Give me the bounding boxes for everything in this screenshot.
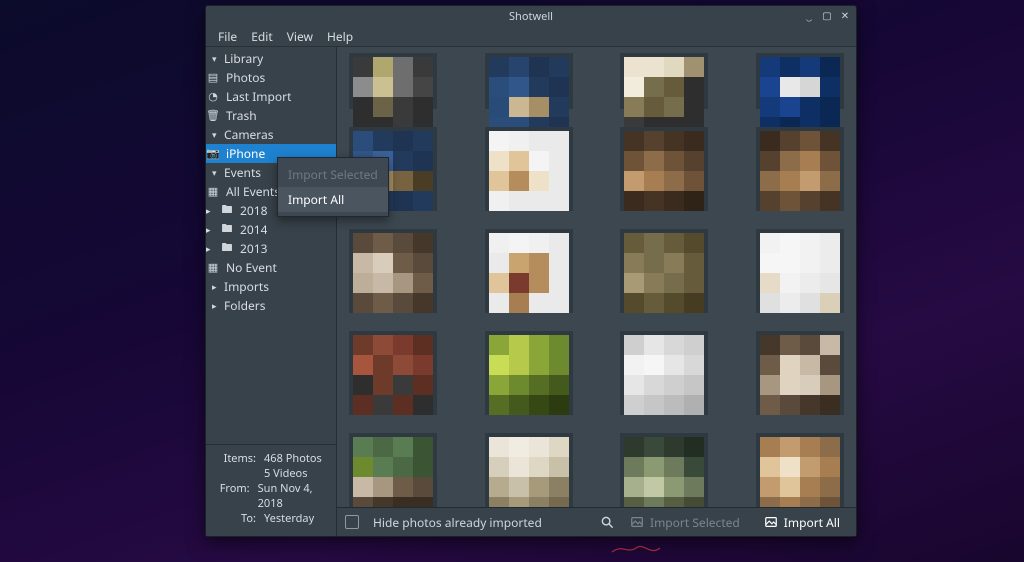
sidebar: ▾ Library ▤ Photos ◔ Last Import 🗑 Trash… (206, 47, 337, 536)
tree-item-2014[interactable]: ▸ 🖿 2014 (206, 220, 336, 239)
info-panel: Items: 468 Photos 5 Videos From: Sun Nov… (206, 444, 336, 536)
expander-icon: ▸ (206, 223, 214, 236)
folder-icon: 🖿 (220, 223, 234, 237)
menubar: File Edit View Help (206, 26, 856, 47)
thumbnail[interactable] (756, 229, 844, 313)
thumbnail[interactable] (620, 127, 708, 211)
sidebar-tree: ▾ Library ▤ Photos ◔ Last Import 🗑 Trash… (206, 47, 336, 444)
info-to-value: Yesterday (264, 511, 314, 526)
tree-item-2013[interactable]: ▸ 🖿 2013 (206, 239, 336, 258)
expander-icon: ▾ (212, 52, 220, 65)
expander-icon: ▾ (212, 166, 220, 179)
thumbnail[interactable] (620, 53, 708, 109)
import-selected-button[interactable]: Import Selected (622, 511, 748, 534)
info-videos-value: 5 Videos (264, 466, 307, 481)
calendar-icon: ▦ (206, 261, 220, 275)
decorative-glow (610, 538, 670, 558)
window-title: Shotwell (509, 9, 553, 24)
ctx-import-all[interactable]: Import All (278, 187, 388, 212)
info-from-value: Sun Nov 4, 2018 (258, 481, 328, 511)
thumbnail[interactable] (349, 433, 437, 507)
info-from-label: From: (214, 481, 250, 511)
hide-imported-checkbox[interactable] (345, 515, 359, 529)
maximize-button[interactable]: ▢ (820, 8, 834, 22)
clock-icon: ◔ (206, 90, 220, 104)
expander-icon: ▸ (206, 242, 214, 255)
thumbnail[interactable] (620, 229, 708, 313)
minimize-button[interactable]: ‿ (802, 8, 816, 22)
tree-item-photos[interactable]: ▤ Photos (206, 68, 336, 87)
expander-icon: ▸ (212, 299, 220, 312)
info-items-label: Items: (214, 451, 256, 466)
thumbnail[interactable] (756, 53, 844, 109)
tree-item-last-import[interactable]: ◔ Last Import (206, 87, 336, 106)
thumbnail[interactable] (485, 53, 573, 109)
thumbnail[interactable] (756, 127, 844, 211)
thumbnail[interactable] (485, 331, 573, 415)
expander-icon: ▸ (206, 204, 214, 217)
menu-file[interactable]: File (212, 26, 243, 47)
folder-icon: 🖿 (220, 204, 234, 218)
tree-section-cameras[interactable]: ▾ Cameras (206, 125, 336, 144)
info-to-label: To: (214, 511, 256, 526)
thumbnail[interactable] (485, 127, 573, 211)
menu-view[interactable]: View (281, 26, 319, 47)
trash-icon: 🗑 (206, 109, 220, 123)
menu-help[interactable]: Help (321, 26, 359, 47)
import-selected-icon (630, 515, 644, 529)
thumbnail[interactable] (756, 433, 844, 507)
events-icon: ▦ (206, 185, 220, 199)
thumbnail[interactable] (349, 53, 437, 109)
thumbnail[interactable] (485, 229, 573, 313)
thumbnail[interactable] (620, 331, 708, 415)
import-all-button[interactable]: Import All (756, 511, 848, 534)
tree-section-library[interactable]: ▾ Library (206, 49, 336, 68)
folder-icon: 🖿 (220, 242, 234, 256)
info-photos-value: 468 Photos (264, 451, 322, 466)
main-panel: Hide photos already imported Import Sele… (337, 47, 856, 536)
titlebar[interactable]: Shotwell ‿ ▢ ✕ (206, 6, 856, 26)
context-menu: Import Selected Import All (277, 157, 389, 217)
tree-section-imports[interactable]: ▸ Imports (206, 277, 336, 296)
import-all-icon (764, 515, 778, 529)
tree-item-no-event[interactable]: ▦ No Event (206, 258, 336, 277)
thumbnail-grid[interactable] (337, 47, 856, 507)
expander-icon: ▾ (212, 128, 220, 141)
thumbnail[interactable] (485, 433, 573, 507)
thumbnail[interactable] (756, 331, 844, 415)
ctx-import-selected[interactable]: Import Selected (278, 162, 388, 187)
expander-icon: ▸ (212, 280, 220, 293)
hide-imported-label: Hide photos already imported (373, 514, 542, 531)
tree-section-folders[interactable]: ▸ Folders (206, 296, 336, 315)
menu-edit[interactable]: Edit (245, 26, 278, 47)
close-button[interactable]: ✕ (838, 8, 852, 22)
app-window: Shotwell ‿ ▢ ✕ File Edit View Help ▾ Lib… (205, 5, 857, 537)
camera-icon: 📷 (206, 147, 220, 161)
thumbnail[interactable] (620, 433, 708, 507)
thumbnail[interactable] (349, 229, 437, 313)
photos-icon: ▤ (206, 71, 220, 85)
thumbnail[interactable] (349, 331, 437, 415)
search-icon[interactable] (600, 515, 614, 529)
tree-item-trash[interactable]: 🗑 Trash (206, 106, 336, 125)
bottom-toolbar: Hide photos already imported Import Sele… (337, 507, 856, 536)
